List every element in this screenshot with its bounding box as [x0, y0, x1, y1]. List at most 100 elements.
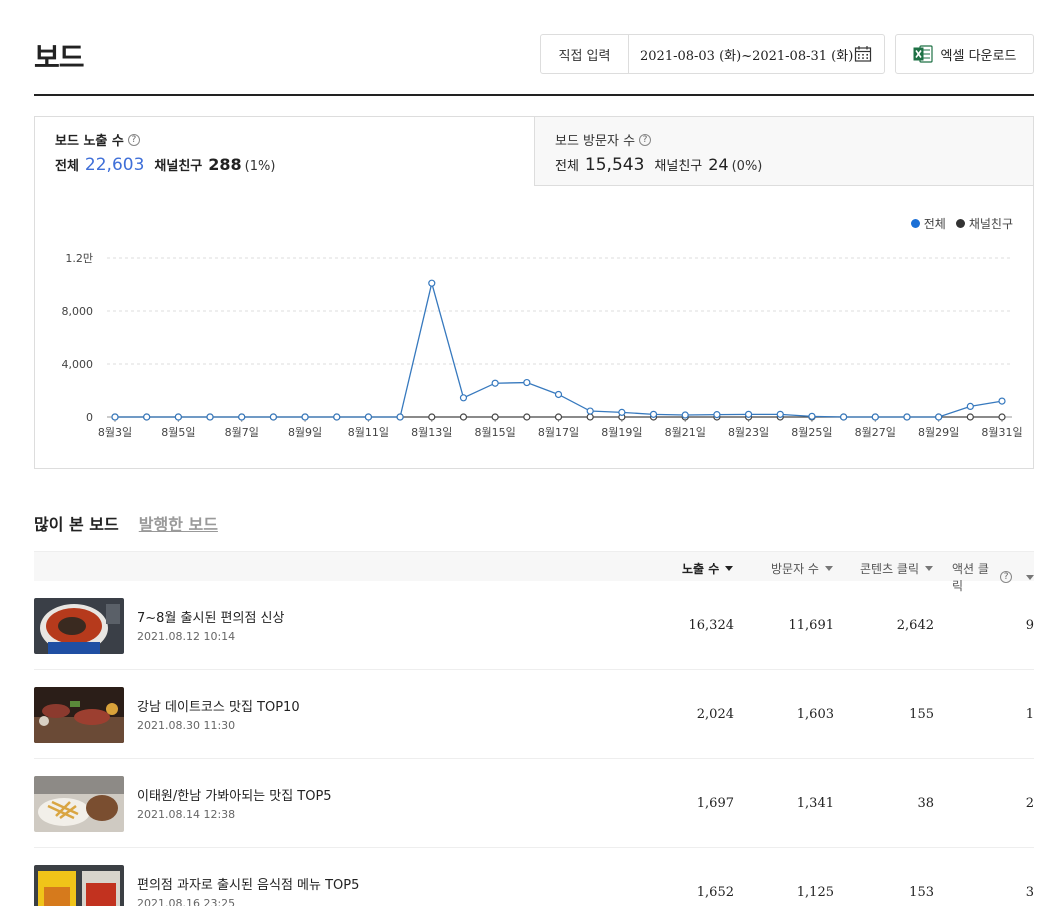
legend-label: 채널친구	[968, 217, 1013, 231]
data-point	[459, 413, 468, 421]
col-label: 노출 수	[682, 562, 720, 576]
data-point	[586, 413, 594, 421]
col-visitors[interactable]: 방문자 수	[771, 560, 833, 577]
thumbnail-image	[34, 598, 124, 654]
cell-action-clicks: 3	[1025, 885, 1034, 900]
y-tick-label: 4,000	[62, 358, 94, 371]
cell-content-clicks: 155	[909, 707, 934, 722]
legend-item-total[interactable]: 전체	[910, 215, 946, 232]
data-point	[238, 413, 246, 421]
cell-views: 1,697	[696, 796, 734, 811]
data-point	[649, 410, 658, 418]
data-point	[459, 394, 468, 402]
cell-visitors: 1,341	[796, 796, 834, 811]
x-tick-label: 8월31일	[981, 425, 1022, 439]
date-mode-button[interactable]: 직접 입력	[541, 35, 629, 73]
excel-icon	[913, 45, 933, 63]
page-title: 보드	[34, 41, 85, 74]
tab-board-impressions[interactable]: 보드 노출 수? 전체 22,603 채널친구 288 (1%)	[35, 117, 534, 186]
x-tick-label: 8월23일	[728, 425, 769, 439]
data-point	[586, 407, 594, 415]
data-point	[111, 413, 119, 421]
sort-caret-icon	[1026, 574, 1034, 580]
sort-caret-icon	[824, 566, 833, 571]
tab-title: 보드 노출 수	[55, 134, 124, 149]
friend-percent: (0%)	[731, 159, 763, 174]
row-date: 2021.08.14 12:38	[137, 808, 236, 821]
data-point	[206, 413, 214, 421]
cell-visitors: 11,691	[788, 618, 835, 633]
excel-download-label: 엑셀 다운로드	[940, 48, 1017, 64]
data-point	[523, 378, 531, 387]
data-point	[776, 410, 784, 418]
x-tick-label: 8월19일	[601, 425, 642, 439]
data-point	[966, 402, 974, 410]
total-label: 전체	[55, 159, 79, 174]
row-title[interactable]: 편의점 과자로 출시된 음식점 메뉴 TOP5	[137, 874, 359, 893]
x-tick-label: 8월21일	[665, 425, 706, 439]
tab-published[interactable]: 발행한 보드	[139, 511, 218, 535]
cell-visitors: 1,125	[796, 885, 834, 900]
table-row[interactable]: 이태원/한남 가봐아되는 맛집 TOP5 2021.08.14 12:38 1,…	[34, 759, 1034, 848]
excel-download-button[interactable]: 엑셀 다운로드	[895, 34, 1034, 74]
x-tick-label: 8월27일	[855, 425, 896, 439]
x-tick-label: 8월3일	[98, 425, 132, 439]
col-content-clicks[interactable]: 콘텐츠 클릭	[860, 560, 934, 577]
row-title[interactable]: 강남 데이트코스 맛집 TOP10	[137, 696, 300, 715]
data-point	[491, 379, 499, 387]
data-point	[396, 413, 404, 421]
x-tick-label: 8월17일	[538, 425, 579, 439]
row-title[interactable]: 7~8월 출시된 편의점 신상	[137, 607, 284, 626]
data-point	[523, 413, 531, 421]
line-chart: 0 4,000 8,000 1.2만 8월3일 8월5일 8월7일 8월9일 8월11일 8월13…	[62, 252, 1023, 439]
friend-value: 288	[208, 155, 242, 174]
col-views[interactable]: 노출 수	[682, 560, 734, 577]
x-tick-label: 8월15일	[475, 425, 516, 439]
row-title[interactable]: 이태원/한남 가봐아되는 맛집 TOP5	[137, 785, 332, 804]
cell-content-clicks: 153	[909, 885, 934, 900]
date-range-picker[interactable]: 2021-08-03 (화)~2021-08-31 (화)	[629, 35, 884, 73]
legend-item-friend[interactable]: 채널친구	[955, 215, 1013, 232]
data-point	[681, 411, 689, 419]
data-point	[143, 413, 151, 421]
section-tabs: 많이 본 보드 발행한 보드	[34, 511, 218, 535]
table-row[interactable]: 편의점 과자로 출시된 음식점 메뉴 TOP5 2021.08.16 23:25…	[34, 848, 1034, 906]
data-point	[998, 413, 1006, 421]
data-point	[364, 413, 373, 421]
friend-value: 24	[708, 155, 729, 174]
y-tick-label: 1.2만	[65, 252, 93, 265]
col-label: 콘텐츠 클릭	[860, 562, 920, 576]
friend-label: 채널친구	[654, 159, 703, 174]
thumbnail-image	[34, 687, 124, 743]
help-icon[interactable]: ?	[639, 133, 652, 146]
cell-content-clicks: 38	[917, 796, 934, 811]
data-point	[333, 413, 341, 421]
table-header: 노출 수 방문자 수 콘텐츠 클릭 액션 클릭?	[34, 551, 1034, 593]
table-row[interactable]: 7~8월 출시된 편의점 신상 2021.08.12 10:14 16,324 …	[34, 581, 1034, 670]
table-row[interactable]: 강남 데이트코스 맛집 TOP10 2021.08.30 11:30 2,024…	[34, 670, 1034, 759]
data-point	[428, 413, 436, 421]
data-point	[174, 413, 182, 421]
x-tick-label: 8월9일	[288, 425, 322, 439]
data-point	[935, 413, 943, 421]
data-point	[618, 408, 626, 416]
thumbnail-image	[34, 865, 124, 906]
col-label: 방문자 수	[771, 562, 819, 576]
row-date: 2021.08.12 10:14	[137, 630, 236, 643]
data-point	[428, 279, 436, 287]
data-point	[554, 413, 563, 421]
tab-board-visitors[interactable]: 보드 방문자 수? 전체 15,543 채널친구 24 (0%)	[534, 117, 1033, 186]
tab-most-viewed[interactable]: 많이 본 보드	[34, 511, 119, 535]
total-value: 22,603	[84, 155, 145, 175]
help-icon[interactable]: ?	[127, 133, 140, 146]
y-tick-label: 8,000	[62, 305, 94, 318]
row-date: 2021.08.16 23:25	[137, 897, 236, 906]
sort-caret-icon	[925, 566, 934, 571]
thumbnail-image	[34, 776, 124, 832]
x-tick-label: 8월7일	[225, 425, 259, 439]
cell-views: 2,024	[696, 707, 734, 722]
data-point	[840, 413, 848, 421]
calendar-icon[interactable]	[854, 45, 872, 63]
data-point	[554, 390, 563, 399]
cell-action-clicks: 2	[1025, 796, 1034, 811]
